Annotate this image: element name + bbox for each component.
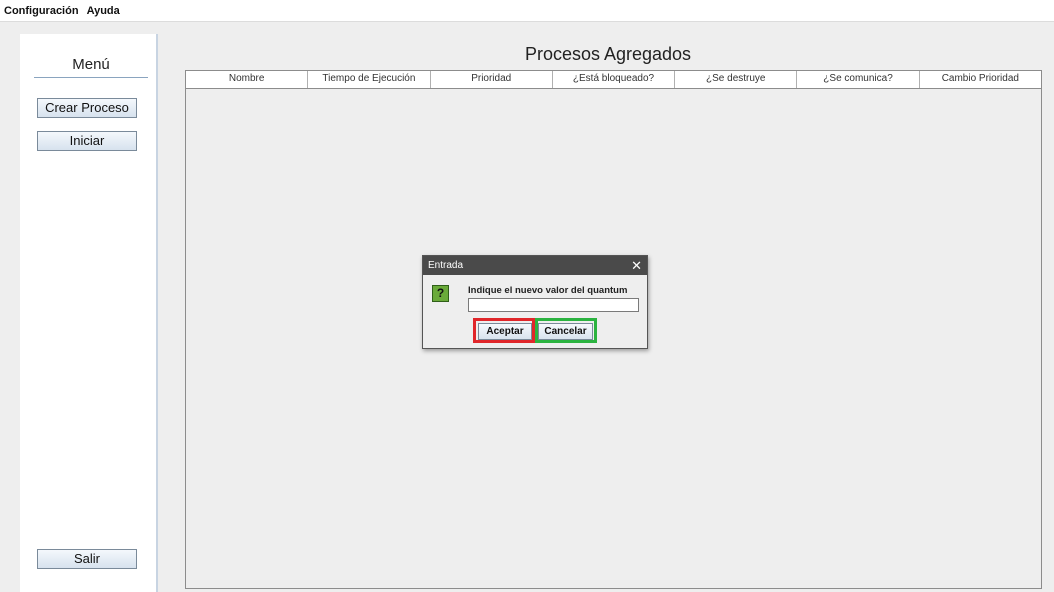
menu-ayuda[interactable]: Ayuda — [87, 5, 120, 17]
question-icon: ? — [432, 285, 449, 302]
dialog-title: Entrada — [428, 260, 464, 271]
sidebar-title: Menú — [72, 56, 110, 73]
dialog-message: Indique el nuevo valor del quantum — [468, 285, 628, 296]
quantum-input[interactable] — [468, 298, 639, 312]
accept-highlight — [473, 318, 535, 343]
create-process-button[interactable]: Crear Proceso — [37, 98, 137, 118]
close-icon[interactable]: ✕ — [631, 259, 642, 272]
column-header-prioridad[interactable]: Prioridad — [431, 71, 553, 88]
table-header: Nombre Tiempo de Ejecución Prioridad ¿Es… — [186, 71, 1041, 89]
column-header-se-comunica[interactable]: ¿Se comunica? — [797, 71, 920, 88]
column-header-se-destruye[interactable]: ¿Se destruye — [675, 71, 798, 88]
column-header-tiempo-ejecucion[interactable]: Tiempo de Ejecución — [308, 71, 431, 88]
exit-button[interactable]: Salir — [37, 549, 137, 569]
column-header-cambio-prioridad[interactable]: Cambio Prioridad — [920, 71, 1041, 88]
sidebar-panel: Menú Crear Proceso Iniciar Salir — [20, 34, 158, 592]
menu-bar: Configuración Ayuda — [0, 0, 1054, 22]
dialog-title-bar[interactable]: Entrada ✕ — [423, 256, 647, 275]
sidebar-divider — [34, 77, 148, 78]
page-title: Procesos Agregados — [524, 44, 692, 64]
menu-configuracion[interactable]: Configuración — [4, 5, 79, 17]
column-header-nombre[interactable]: Nombre — [186, 71, 309, 88]
cancel-highlight — [535, 318, 597, 343]
column-header-bloqueado[interactable]: ¿Está bloqueado? — [553, 71, 676, 88]
start-button[interactable]: Iniciar — [37, 131, 137, 151]
